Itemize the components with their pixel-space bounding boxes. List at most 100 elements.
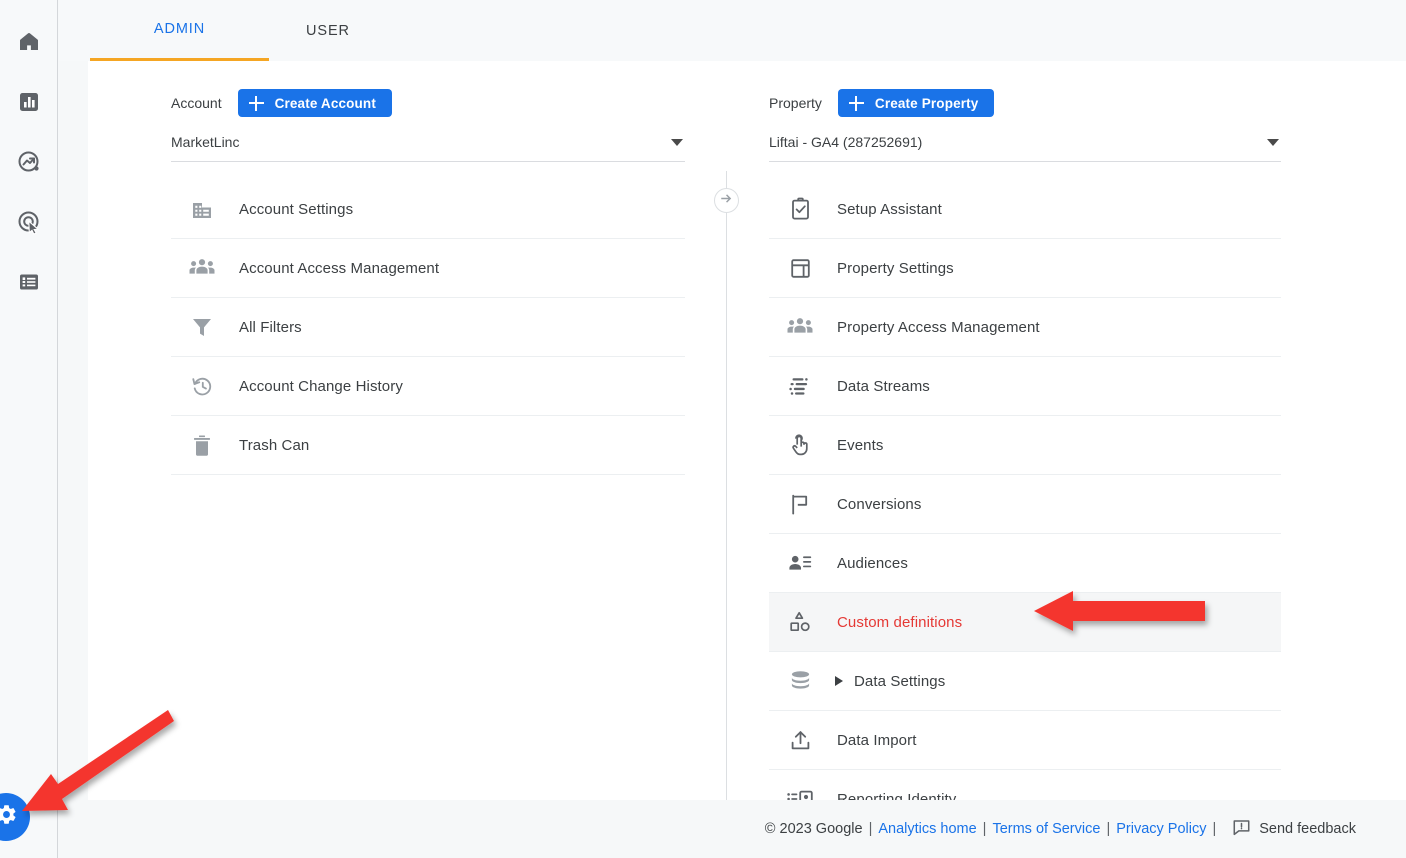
divider-collapse-button[interactable] [714,188,739,213]
building-icon [187,197,217,221]
admin-panel: Account Create Account MarketLinc Accoun… [88,61,1406,800]
shapes-icon [785,610,815,634]
tab-user[interactable]: USER [269,0,387,61]
plus-icon [848,95,864,111]
feedback-icon [1232,818,1259,841]
property-column: Property Create Property Liftai - GA4 (2… [769,61,1281,800]
reports-icon [17,90,41,114]
property-item-reporting-identity[interactable]: Reporting Identity [769,770,1281,800]
property-item-label: Reporting Identity [837,790,957,801]
property-selector-value: Liftai - GA4 (287252691) [769,134,923,150]
account-item-account-change-history[interactable]: Account Change History [171,357,685,416]
tap-icon [785,433,815,457]
people-icon [187,257,217,279]
footer-link-analytics-home[interactable]: Analytics home [878,821,976,837]
property-item-label: Conversions [837,495,922,513]
footer-separator: | [868,821,873,837]
flag-icon [785,493,815,516]
account-header-label: Account [171,95,222,111]
account-selector-value: MarketLinc [171,134,240,150]
account-item-all-filters[interactable]: All Filters [171,298,685,357]
chevron-down-icon [671,139,683,146]
account-menu-list: Account Settings Account Access Manageme… [171,180,685,475]
account-item-label: Account Change History [239,377,403,395]
tab-user-label: USER [306,22,350,39]
send-feedback-button[interactable]: Send feedback [1232,818,1356,841]
property-item-data-import[interactable]: Data Import [769,711,1281,770]
analytics-admin-page: ADMIN USER Account Create Account Market… [0,0,1406,858]
account-item-label: Account Settings [239,200,354,218]
page-footer: © 2023 Google | Analytics home | Terms o… [59,800,1406,858]
library-icon [17,270,41,294]
upload-icon [785,729,815,752]
account-item-account-settings[interactable]: Account Settings [171,180,685,239]
admin-user-tabbar: ADMIN USER [59,0,1406,61]
footer-link-terms-of-service[interactable]: Terms of Service [992,821,1100,837]
rail-item-advertising[interactable] [11,204,47,240]
database-icon [785,670,815,692]
funnel-icon [187,316,217,338]
create-property-button[interactable]: Create Property [837,89,995,117]
property-item-label: Property Settings [837,259,954,277]
gear-icon [0,803,18,831]
property-item-custom-definitions[interactable]: Custom definitions [769,593,1281,652]
property-item-property-settings[interactable]: Property Settings [769,239,1281,298]
create-property-label: Create Property [874,95,979,111]
property-item-conversions[interactable]: Conversions [769,475,1281,534]
identity-icon [785,789,815,800]
property-header-label: Property [769,95,822,111]
create-account-label: Create Account [274,95,376,111]
footer-separator: | [1212,821,1217,837]
property-item-data-settings[interactable]: Data Settings [769,652,1281,711]
property-item-label: Audiences [837,554,908,572]
trash-icon [187,434,217,457]
advertising-icon [17,210,42,235]
property-item-label: Property Access Management [837,318,1040,336]
history-icon [187,375,217,398]
footer-separator: | [982,821,987,837]
account-item-trash-can[interactable]: Trash Can [171,416,685,475]
rail-item-reports[interactable] [11,84,47,120]
account-item-label: Trash Can [239,436,310,454]
left-nav-rail [0,0,58,858]
property-item-audiences[interactable]: Audiences [769,534,1281,593]
property-item-label: Data Import [837,731,917,749]
people-icon [785,316,815,338]
account-selector[interactable]: MarketLinc [171,134,685,162]
home-icon [17,30,41,54]
property-item-label: Setup Assistant [837,200,942,218]
account-item-account-access-management[interactable]: Account Access Management [171,239,685,298]
property-menu-list: Setup Assistant Property Settings Proper… [769,180,1281,800]
account-column-header: Account Create Account [171,86,685,120]
property-selector[interactable]: Liftai - GA4 (287252691) [769,134,1281,162]
account-item-label: All Filters [239,318,302,336]
clipboard-check-icon [785,197,815,221]
property-column-header: Property Create Property [769,86,1281,120]
tab-admin-label: ADMIN [153,21,206,37]
rail-item-library[interactable] [11,264,47,300]
audience-icon [785,552,815,574]
footer-separator: | [1106,821,1111,837]
property-item-setup-assistant[interactable]: Setup Assistant [769,180,1281,239]
property-item-label: Custom definitions [837,613,963,631]
chevron-right-icon[interactable] [835,676,843,686]
rail-item-home[interactable] [11,24,47,60]
plus-icon [248,95,264,111]
create-account-button[interactable]: Create Account [237,89,392,117]
layout-icon [785,257,815,280]
rail-item-explore[interactable] [11,144,47,180]
arrow-right-circle-icon [719,191,734,211]
tab-admin[interactable]: ADMIN [90,0,269,61]
property-item-property-access-management[interactable]: Property Access Management [769,298,1281,357]
property-item-data-streams[interactable]: Data Streams [769,357,1281,416]
footer-link-privacy-policy[interactable]: Privacy Policy [1116,821,1206,837]
explore-icon [17,150,42,175]
footer-copyright: © 2023 Google [764,821,863,837]
property-item-label: Data Settings [854,672,946,690]
property-item-label: Data Streams [837,377,930,395]
account-item-label: Account Access Management [239,259,440,277]
account-column: Account Create Account MarketLinc Accoun… [171,61,685,475]
property-item-label: Events [837,436,884,454]
column-divider [726,171,727,800]
property-item-events[interactable]: Events [769,416,1281,475]
